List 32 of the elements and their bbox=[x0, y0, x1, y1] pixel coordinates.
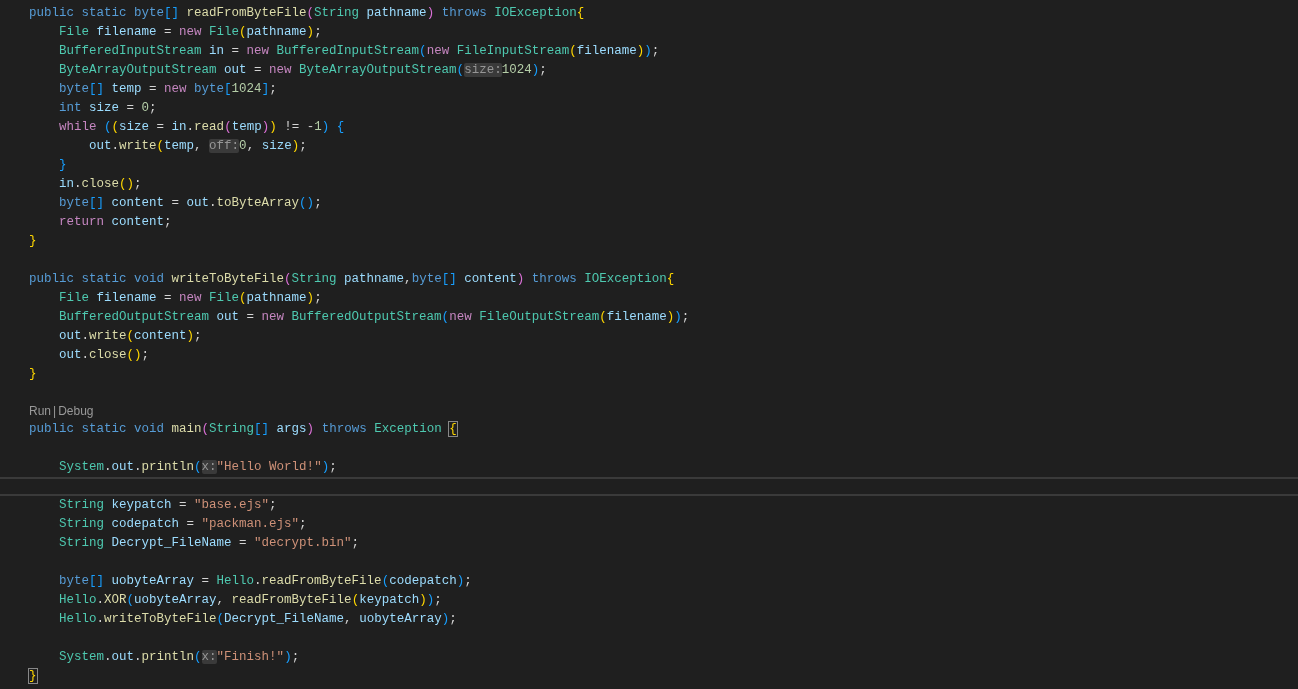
code-line: } bbox=[58, 157, 67, 174]
code-line: public static void main(String[] args) throws Exception { bbox=[29, 421, 457, 438]
code-line: String codepatch = "packman.ejs"; bbox=[58, 516, 307, 533]
code-line: Hello.XOR(uobyteArray, readFromByteFile(keypatch)); bbox=[58, 592, 442, 609]
code-line: byte[] temp = new byte[1024]; bbox=[58, 81, 277, 98]
code-line: return content; bbox=[58, 214, 172, 231]
code-line: } bbox=[29, 233, 37, 250]
code-line: BufferedInputStream in = new BufferedInputStream(new FileInputStream(filename)); bbox=[58, 43, 660, 60]
code-line: File filename = new File(pathname); bbox=[58, 24, 322, 41]
code-line: byte[] content = out.toByteArray(); bbox=[58, 195, 322, 212]
code-line: ByteArrayOutputStream out = new ByteArrayOutputStream(size:1024); bbox=[58, 62, 547, 79]
code-line: BufferedOutputStream out = new BufferedOutputStream(new FileOutputStream(filename)); bbox=[58, 309, 690, 326]
codelens-separator: | bbox=[53, 403, 57, 420]
code-line: String keypatch = "base.ejs"; bbox=[58, 497, 277, 514]
code-line: } bbox=[29, 668, 37, 685]
code-line: out.close(); bbox=[58, 347, 150, 364]
codelens-link[interactable]: Debug bbox=[58, 402, 94, 420]
code-line: out.write(content); bbox=[58, 328, 202, 345]
code-line: out.write(temp, off:0, size); bbox=[88, 138, 307, 155]
code-line: public static byte[] readFromByteFile(String pathname) throws IOException{ bbox=[29, 5, 585, 22]
code-line: while ((size = in.read(temp)) != -1) { bbox=[58, 119, 345, 136]
code-line: public static void writeToByteFile(String pathname,byte[] content) throws IOException{ bbox=[29, 271, 675, 288]
code-line: byte[] uobyteArray = Hello.readFromByteFile(codepatch); bbox=[58, 573, 472, 590]
code-line: } bbox=[29, 366, 37, 383]
code-line: Hello.writeToByteFile(Decrypt_FileName, uobyteArray); bbox=[58, 611, 457, 628]
code-line: System.out.println(x:"Hello World!"); bbox=[58, 459, 337, 476]
codelens-link[interactable]: Run bbox=[29, 402, 51, 420]
code-line: System.out.println(x:"Finish!"); bbox=[58, 649, 300, 666]
code-line: in.close(); bbox=[58, 176, 142, 193]
code-line: int size = 0; bbox=[58, 100, 157, 117]
code-line: File filename = new File(pathname); bbox=[58, 290, 322, 307]
code-line: String Decrypt_FileName = "decrypt.bin"; bbox=[58, 535, 360, 552]
